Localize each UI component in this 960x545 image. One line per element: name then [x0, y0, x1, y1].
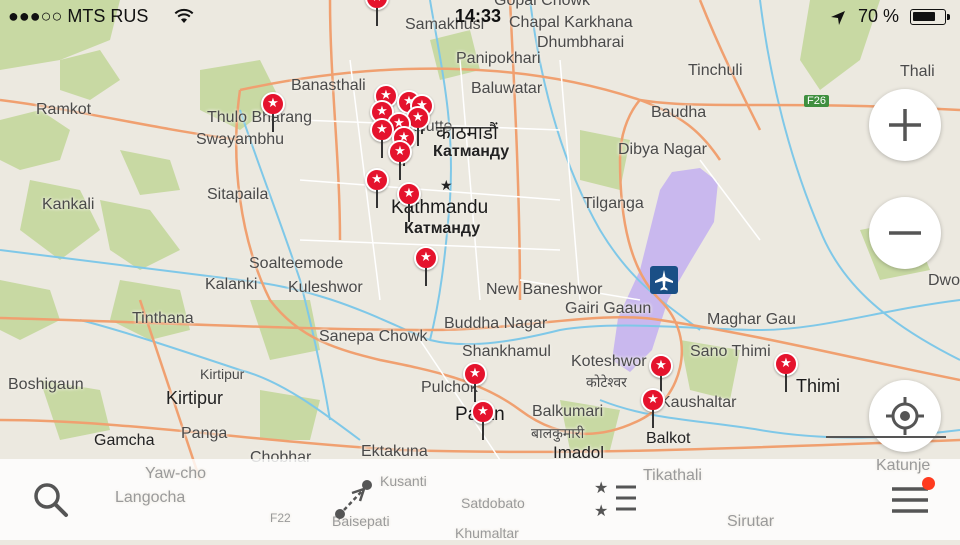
- airport-icon[interactable]: [650, 266, 678, 294]
- bookmark-pin[interactable]: [471, 400, 495, 440]
- label-koteshwor-nepali: कोटेश्वर: [586, 375, 627, 391]
- label-panga: Panga: [181, 425, 228, 442]
- label-kirtipur: Kirtipur: [166, 388, 224, 408]
- bookmark-pin[interactable]: [388, 140, 412, 180]
- plus-icon: [889, 109, 921, 141]
- notification-dot: [922, 477, 935, 490]
- search-icon: [34, 483, 68, 517]
- highway-shield-f26: F26: [804, 95, 829, 107]
- label-kaushaltar: Kaushaltar: [660, 394, 737, 411]
- location-arrow-icon: [831, 11, 845, 25]
- bookmark-pin[interactable]: [397, 182, 421, 222]
- label-f22: F22: [270, 511, 291, 525]
- bookmark-pin[interactable]: [463, 362, 487, 402]
- my-location-button[interactable]: [869, 380, 941, 452]
- bookmark-pin[interactable]: [261, 92, 285, 132]
- label-balkumari: Balkumari: [532, 403, 604, 420]
- scale-bar: [826, 436, 946, 438]
- label-shankhamul: Shankhamul: [462, 343, 551, 360]
- label-kirtipur-small: Kirtipur: [200, 366, 245, 382]
- label-baudha: Baudha: [651, 104, 707, 121]
- label-panipokhari: Panipokhari: [456, 50, 541, 67]
- label-langocha: Langocha: [115, 489, 186, 506]
- label-dhumbharai: Dhumbharai: [537, 34, 625, 51]
- bookmark-pin[interactable]: [365, 168, 389, 208]
- svg-text:★: ★: [594, 478, 608, 497]
- carrier-signal: ●●●○○ MTS RUS: [8, 6, 149, 26]
- clock: 14:33: [455, 6, 502, 26]
- label-thulo-bharang: Thulo Bharang: [207, 109, 312, 126]
- minus-icon: [889, 231, 921, 235]
- label-buddha-nagar: Buddha Nagar: [444, 315, 548, 332]
- label-sirutar: Sirutar: [727, 513, 775, 530]
- label-sanepa-chowk: Sanepa Chowk: [319, 328, 428, 345]
- label-soalteemode: Soalteemode: [249, 255, 344, 272]
- label-dwo: Dwo: [928, 272, 960, 289]
- wifi-icon: [174, 8, 194, 23]
- label-ramkot: Ramkot: [36, 101, 92, 118]
- status-bar: ●●●○○ MTS RUS 14:33 70 %: [0, 0, 960, 34]
- route-button[interactable]: [313, 459, 393, 540]
- label-kalanki: Kalanki: [205, 276, 258, 293]
- menu-button[interactable]: [870, 459, 950, 540]
- label-satdobato: Satdobato: [461, 495, 525, 511]
- label-banasthali: Banasthali: [291, 77, 366, 94]
- zoom-out-button[interactable]: [869, 197, 941, 269]
- label-tilganga: Tilganga: [583, 195, 644, 212]
- search-button[interactable]: [11, 459, 91, 540]
- bookmark-pin[interactable]: [414, 246, 438, 286]
- label-kathmandu-russian-1: Катманду: [433, 143, 510, 160]
- label-kathmandu-russian-2: Катманду: [404, 220, 481, 237]
- battery-icon: [910, 9, 950, 25]
- crosshair-icon: [886, 397, 924, 435]
- label-new-baneshwor: New Baneshwor: [486, 281, 603, 298]
- bookmark-pin[interactable]: [641, 388, 665, 428]
- battery-percent: 70 %: [858, 6, 900, 26]
- capital-star-icon: ★: [440, 178, 453, 194]
- bookmarks-button[interactable]: ★ ★: [576, 459, 656, 540]
- label-balkot: Balkot: [646, 430, 691, 447]
- zoom-in-button[interactable]: [869, 89, 941, 161]
- bookmarks-list-icon: ★ ★: [594, 478, 636, 520]
- label-kathmandu-nepali: काठमाडौं: [436, 122, 498, 144]
- label-swayambhu: Swayambhu: [196, 131, 285, 148]
- label-kankali: Kankali: [42, 196, 95, 213]
- label-balkumari-nepali: बालकुमारी: [531, 426, 585, 442]
- label-boshigaun: Boshigaun: [8, 376, 84, 393]
- bottom-toolbar: Yaw-cho Langocha Kusanti Satdobato Tikat…: [0, 457, 960, 541]
- label-thimi: Thimi: [796, 376, 840, 396]
- label-sitapaila: Sitapaila: [207, 186, 269, 203]
- route-icon: [335, 480, 372, 519]
- label-kuleshwor: Kuleshwor: [288, 279, 363, 296]
- bookmark-pin[interactable]: [774, 352, 798, 392]
- label-yaw-cho: Yaw-cho: [145, 465, 207, 482]
- label-dibya-nagar: Dibya Nagar: [618, 141, 707, 158]
- label-tinthana: Tinthana: [132, 310, 194, 327]
- label-koteshwor: Koteshwor: [571, 353, 647, 370]
- label-maghar-gau: Maghar Gau: [707, 311, 796, 328]
- hamburger-menu-icon: [892, 487, 928, 513]
- label-thali: Thali: [900, 63, 935, 80]
- label-gamcha: Gamcha: [94, 432, 155, 449]
- label-gairi-gaaun: Gairi Gaaun: [565, 300, 652, 317]
- svg-text:★: ★: [594, 501, 608, 520]
- label-sano-thimi: Sano Thimi: [690, 343, 771, 360]
- label-tinchuli: Tinchuli: [688, 62, 743, 79]
- label-khumaltar: Khumaltar: [455, 525, 519, 541]
- label-baluwatar: Baluwatar: [471, 80, 543, 97]
